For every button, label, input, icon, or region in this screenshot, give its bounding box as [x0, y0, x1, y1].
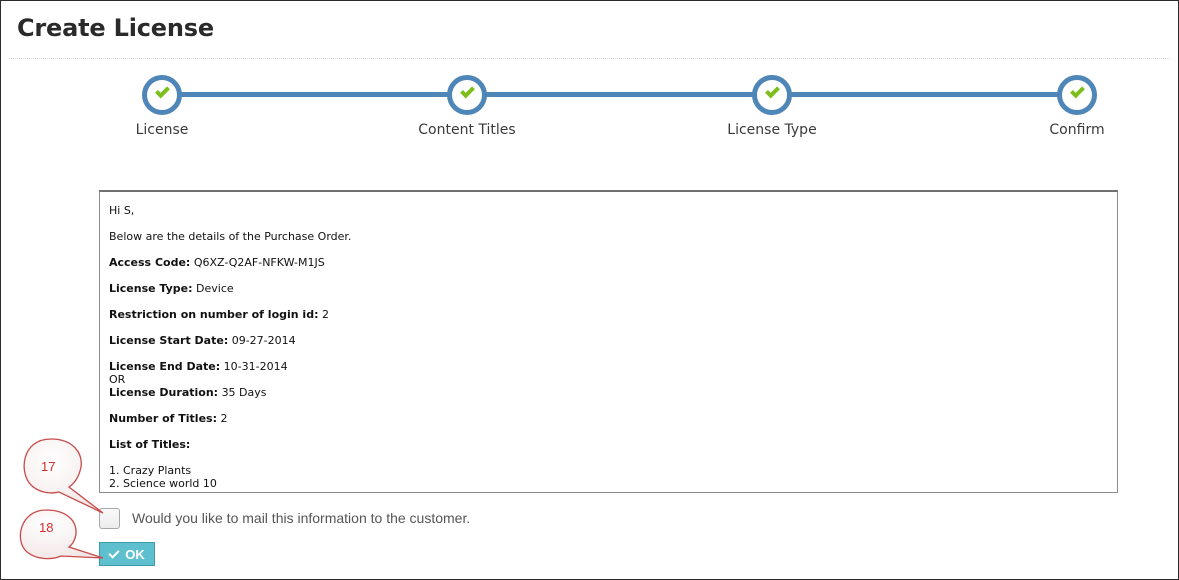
end-date-line: License End Date: 10-31-2014	[109, 360, 1108, 373]
start-date-line: License Start Date: 09-27-2014	[109, 334, 1108, 347]
step-complete-circle	[1057, 75, 1097, 115]
wizard-step-license-type[interactable]: License Type	[672, 75, 872, 138]
access-code-line: Access Code: Q6XZ-Q2AF-NFKW-M1JS	[109, 256, 1108, 269]
restriction-line: Restriction on number of login id: 2	[109, 308, 1108, 321]
check-icon	[1070, 83, 1085, 99]
start-date-value: 09-27-2014	[231, 334, 296, 347]
wizard-step-label: Content Titles	[418, 122, 516, 138]
access-code-label: Access Code:	[109, 256, 191, 269]
wizard-progress-line	[162, 92, 1077, 97]
duration-label: License Duration:	[109, 386, 219, 399]
details-greeting: Hi S,	[109, 204, 135, 217]
or-text: OR	[109, 373, 126, 386]
purchase-order-details[interactable]: Hi S, Below are the details of the Purch…	[99, 190, 1118, 493]
num-titles-value: 2	[220, 412, 228, 425]
wizard-step-license[interactable]: License	[62, 75, 262, 138]
start-date-label: License Start Date:	[109, 334, 229, 347]
restriction-value: 2	[321, 308, 329, 321]
wizard-progress: License Content Titles License Type Conf…	[1, 1, 1179, 151]
check-icon	[155, 83, 170, 99]
check-icon	[460, 83, 475, 99]
step-complete-circle	[752, 75, 792, 115]
list-item: 1. Crazy Plants	[109, 464, 192, 477]
restriction-label: Restriction on number of login id:	[109, 308, 319, 321]
details-intro: Below are the details of the Purchase Or…	[109, 230, 352, 243]
callout-17: 17	[21, 438, 121, 519]
callout-number: 17	[41, 459, 56, 474]
callout-18: 18	[17, 509, 117, 580]
duration-value: 35 Days	[221, 386, 267, 399]
mail-option-row: Would you like to mail this information …	[99, 507, 470, 529]
callout-number: 18	[39, 520, 54, 535]
wizard-step-label: Confirm	[1049, 122, 1105, 138]
titles-list-line: List of Titles:	[109, 438, 1108, 451]
check-icon	[765, 83, 780, 99]
step-complete-circle	[447, 75, 487, 115]
list-item: 2. Science world 10	[109, 477, 217, 490]
end-date-label: License End Date:	[109, 360, 221, 373]
mail-customer-label[interactable]: Would you like to mail this information …	[132, 510, 470, 526]
callout-bubble-17	[23, 438, 104, 514]
wizard-step-label: License	[135, 122, 189, 138]
step-complete-circle	[142, 75, 182, 115]
license-type-value: Device	[196, 282, 234, 295]
wizard-step-label: License Type	[727, 122, 817, 138]
ok-button-label: OK	[125, 546, 145, 562]
license-type-line: License Type: Device	[109, 282, 1108, 295]
license-type-label: License Type:	[109, 282, 193, 295]
end-date-value: 10-31-2014	[223, 360, 288, 373]
num-titles-line: Number of Titles: 2	[109, 412, 1108, 425]
wizard-step-content-titles[interactable]: Content Titles	[367, 75, 567, 138]
titles-list-label: List of Titles:	[109, 438, 191, 451]
callout-bubble-18	[19, 509, 104, 560]
duration-line: License Duration: 35 Days	[109, 386, 1108, 399]
num-titles-label: Number of Titles:	[109, 412, 217, 425]
access-code-value: Q6XZ-Q2AF-NFKW-M1JS	[193, 256, 325, 269]
wizard-step-confirm[interactable]: Confirm	[977, 75, 1177, 138]
app-window: Create License License Content Titles Li…	[0, 0, 1179, 580]
